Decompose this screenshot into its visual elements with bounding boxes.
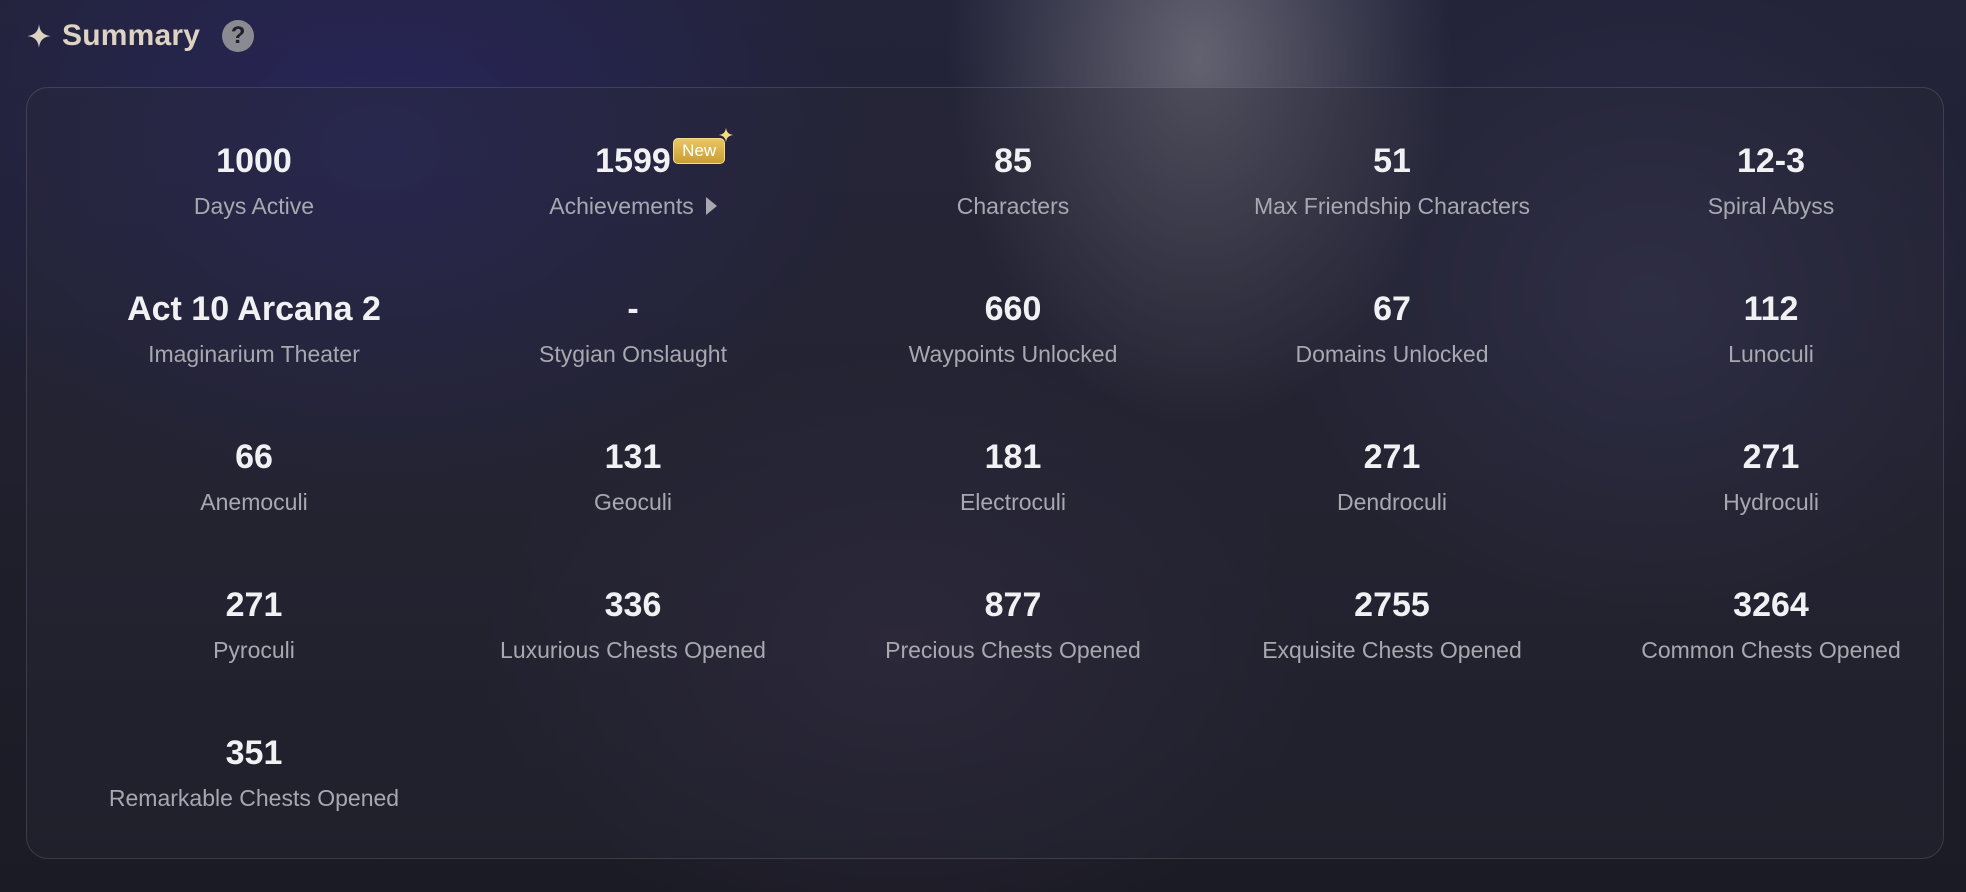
stat-value-wrapper: 1599 New xyxy=(443,127,823,181)
help-circle-icon[interactable]: ? xyxy=(222,20,255,52)
stat-spiral-abyss: 12-3 Spiral Abyss xyxy=(1581,141,1961,251)
stat-remarkable-chests: 351 Remarkable Chests Opened xyxy=(64,733,444,843)
stat-value: 336 xyxy=(604,586,662,624)
stat-exquisite-chests: 2755 Exquisite Chests Opened xyxy=(1202,585,1582,695)
stat-value: 66 xyxy=(235,438,273,476)
stat-value: 271 xyxy=(1363,438,1421,476)
stat-value-container: 1599 New xyxy=(595,127,734,181)
stat-value: 112 xyxy=(1743,290,1799,328)
stat-label: Precious Chests Opened xyxy=(885,637,1141,663)
stat-dendroculi: 271 Dendroculi xyxy=(1202,437,1582,547)
stat-label: Anemoculi xyxy=(200,489,308,515)
stat-label: Electroculi xyxy=(959,489,1067,515)
stat-hydroculi: 271 Hydroculi xyxy=(1581,437,1961,547)
stat-label: Common Chests Opened xyxy=(1641,637,1901,663)
stat-value: - xyxy=(627,290,639,328)
stat-label: Max Friendship Characters xyxy=(1253,193,1531,219)
stat-value: 3264 xyxy=(1733,586,1809,624)
stat-label: Days Active xyxy=(193,193,315,219)
stat-label: Waypoints Unlocked xyxy=(908,341,1118,367)
stat-anemoculi: 66 Anemoculi xyxy=(64,437,444,547)
stat-label: Remarkable Chests Opened xyxy=(108,785,400,811)
stat-electroculi: 181 Electroculi xyxy=(823,437,1203,547)
stat-label: Achievements xyxy=(549,193,694,219)
stat-achievements[interactable]: 1599 New Achievements xyxy=(443,127,823,251)
stat-domains-unlocked: 67 Domains Unlocked xyxy=(1202,289,1582,399)
stat-geoculi: 131 Geoculi xyxy=(443,437,823,547)
stat-label: Exquisite Chests Opened xyxy=(1262,637,1522,663)
stat-value: Act 10 Arcana 2 xyxy=(127,290,381,328)
caret-right-icon xyxy=(705,197,717,215)
stat-label: Spiral Abyss xyxy=(1707,193,1835,219)
stat-lunoculi: 112 Lunoculi xyxy=(1581,289,1961,399)
stat-value: 131 xyxy=(604,438,662,476)
stat-label: Geoculi xyxy=(594,489,672,515)
stat-stygian-onslaught: - Stygian Onslaught xyxy=(443,289,823,399)
stat-days-active: 1000 Days Active xyxy=(64,141,444,251)
stat-value: 877 xyxy=(984,586,1042,624)
new-badge: New xyxy=(673,127,734,164)
summary-panel: 1000 Days Active 1599 New Achievements 8… xyxy=(26,87,1944,859)
stat-pyroculi: 271 Pyroculi xyxy=(64,585,444,695)
stat-value: 85 xyxy=(994,142,1032,180)
stat-imaginarium-theater: Act 10 Arcana 2 Imaginarium Theater xyxy=(64,289,444,399)
stat-label: Luxurious Chests Opened xyxy=(500,637,766,663)
achievements-link[interactable]: Achievements xyxy=(549,192,717,220)
stat-value: 181 xyxy=(984,438,1042,476)
stat-label-wrapper: Achievements xyxy=(443,192,823,220)
stat-common-chests: 3264 Common Chests Opened xyxy=(1581,585,1961,695)
stat-value: 2755 xyxy=(1354,586,1430,624)
stat-value: 67 xyxy=(1373,290,1411,328)
stat-precious-chests: 877 Precious Chests Opened xyxy=(823,585,1203,695)
new-badge-label: New xyxy=(682,141,717,160)
stat-value: 271 xyxy=(1742,438,1800,476)
stat-waypoints-unlocked: 660 Waypoints Unlocked xyxy=(823,289,1203,399)
stats-grid: 1000 Days Active 1599 New Achievements 8… xyxy=(27,88,1943,858)
stat-label: Dendroculi xyxy=(1337,489,1447,515)
stat-label: Hydroculi xyxy=(1723,489,1819,515)
section-title: Summary xyxy=(62,19,201,52)
stat-value: 12-3 xyxy=(1736,142,1806,180)
stat-characters: 85 Characters xyxy=(823,141,1203,251)
stat-label: Pyroculi xyxy=(213,637,295,663)
stat-value: 1000 xyxy=(216,142,292,180)
stat-value: 51 xyxy=(1373,142,1411,180)
stat-value: 271 xyxy=(225,586,283,624)
stat-label: Stygian Onslaught xyxy=(539,341,727,367)
stat-value: 1599 xyxy=(595,142,671,180)
stat-value: 351 xyxy=(225,734,283,772)
stat-label: Characters xyxy=(956,193,1070,219)
stat-luxurious-chests: 336 Luxurious Chests Opened xyxy=(443,585,823,695)
sparkle-star-icon xyxy=(27,24,51,48)
stat-label: Lunoculi xyxy=(1728,341,1814,367)
stat-value: 660 xyxy=(984,290,1042,328)
stat-label: Imaginarium Theater xyxy=(148,341,360,367)
stat-label: Domains Unlocked xyxy=(1295,341,1489,367)
sparkle-icon xyxy=(718,127,734,143)
stat-max-friendship: 51 Max Friendship Characters xyxy=(1202,141,1582,251)
summary-header: Summary ? xyxy=(26,14,255,58)
